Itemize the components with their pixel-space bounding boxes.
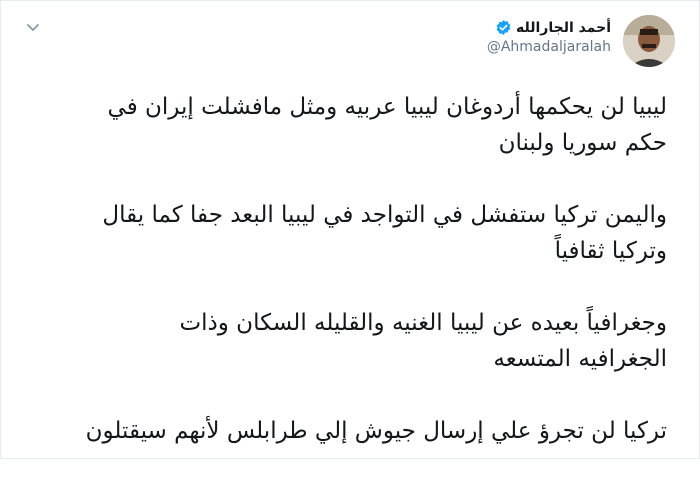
tweet-card: أحمد الجارالله @Ahmadaljaralah ليبيا لن … (0, 0, 700, 459)
tweet-header: أحمد الجارالله @Ahmadaljaralah (25, 15, 675, 77)
avatar[interactable] (623, 15, 675, 67)
author-handle[interactable]: @Ahmadaljaralah (487, 39, 611, 55)
tweet-paragraph: ليبيا لن يحكمها أردوغان ليبيا عربيه ومثل… (107, 94, 667, 156)
tweet-author[interactable]: أحمد الجارالله @Ahmadaljaralah (487, 15, 675, 67)
tweet-paragraph: تركيا لن تجرؤ علي إرسال جيوش إلي طرابلس … (85, 418, 667, 444)
author-names: أحمد الجارالله @Ahmadaljaralah (487, 15, 611, 56)
tweet-paragraph: وجغرافياً بعيده عن ليبيا الغنيه والقليله… (179, 310, 667, 372)
tweet-paragraph: واليمن تركيا ستفشل في التواجد في ليبيا ا… (102, 202, 667, 264)
author-display-name[interactable]: أحمد الجارالله (516, 20, 611, 36)
tweet-text: ليبيا لن يحكمها أردوغان ليبيا عربيه ومثل… (25, 89, 667, 485)
verified-badge-icon (496, 20, 511, 35)
chevron-down-icon[interactable] (25, 19, 41, 35)
